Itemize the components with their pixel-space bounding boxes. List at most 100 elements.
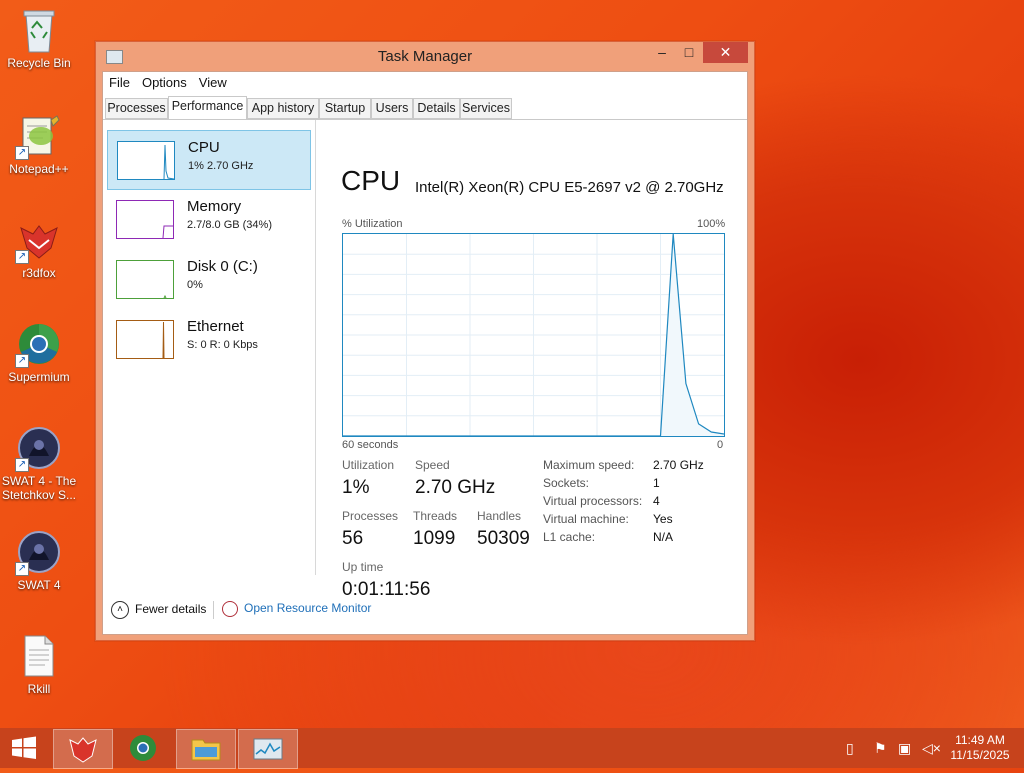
r3dfox-icon: ↗ (15, 218, 61, 264)
resource-name: Ethernet (187, 318, 244, 335)
menu-file[interactable]: File (103, 72, 136, 90)
desktop-icon-swat4[interactable]: ↗ SWAT 4 (0, 530, 78, 592)
menu-options[interactable]: Options (136, 72, 193, 90)
desktop-icon-supermium[interactable]: ↗ Supermium (0, 322, 78, 384)
supermium-icon: ↗ (15, 322, 61, 368)
spec-label: L1 cache: (543, 530, 596, 544)
resource-monitor-icon (222, 601, 238, 617)
taskbar-r3dfox[interactable] (53, 729, 113, 769)
fewer-details-button[interactable]: ˄ Fewer details (111, 601, 206, 619)
cpu-thumbnail-graph (117, 141, 175, 180)
menu-bar: File Options View (103, 72, 747, 94)
desktop-icon-label: SWAT 4 - The Stetchkov S... (1, 474, 77, 502)
processes-value: 56 (342, 528, 364, 549)
file-explorer-icon (191, 739, 221, 761)
spec-value: Yes (653, 512, 673, 526)
open-resource-monitor-label: Open Resource Monitor (244, 601, 372, 616)
tab-performance[interactable]: Performance (168, 96, 247, 120)
processes-label: Processes (342, 509, 399, 523)
spec-label: Virtual processors: (543, 494, 643, 508)
tab-processes[interactable]: Processes (105, 98, 168, 119)
resource-name: Disk 0 (C:) (187, 258, 258, 275)
resource-name: Memory (187, 198, 242, 215)
spec-label: Maximum speed: (543, 458, 635, 472)
action-center-flag-icon[interactable]: ⚑ (874, 740, 887, 757)
shortcut-arrow-icon: ↗ (15, 146, 29, 160)
shortcut-arrow-icon: ↗ (15, 562, 29, 576)
resource-detail: 0% (187, 279, 203, 291)
speed-value: 2.70 GHz (415, 477, 496, 498)
cpu-model-name: Intel(R) Xeon(R) CPU E5-2697 v2 @ 2.70GH… (415, 179, 724, 196)
show-hidden-icons-icon[interactable]: ▯ (846, 740, 854, 757)
tab-app-history[interactable]: App history (247, 98, 319, 119)
utilization-value: 1% (342, 477, 370, 498)
taskbar-file-explorer[interactable] (176, 729, 236, 769)
swat4-icon: ↗ (15, 530, 61, 576)
open-resource-monitor-link[interactable]: Open Resource Monitor (222, 601, 371, 617)
footer-divider (213, 601, 214, 619)
desktop-icon-label: SWAT 4 (17, 578, 61, 592)
desktop-icon-label: Supermium (8, 370, 70, 384)
max-percent-label: 100% (697, 218, 726, 230)
resource-memory[interactable]: Memory 2.7/8.0 GB (34%) (107, 190, 309, 248)
cpu-heading: CPU (341, 165, 401, 196)
swat4-expansion-icon: ↗ (15, 426, 61, 472)
spec-value: 2.70 GHz (653, 458, 704, 472)
title-bar[interactable]: Task Manager – □ ✕ (96, 42, 754, 72)
resource-disk[interactable]: Disk 0 (C:) 0% (107, 250, 309, 308)
shortcut-arrow-icon: ↗ (15, 250, 29, 264)
desktop-icon-label: r3dfox (22, 266, 56, 280)
resource-ethernet[interactable]: Ethernet S: 0 R: 0 Kbps (107, 310, 309, 368)
supermium-icon (130, 735, 156, 761)
time-span-label: 60 seconds (342, 439, 399, 451)
spec-value: 4 (653, 494, 660, 508)
desktop-icon-swat4-expansion[interactable]: ↗ SWAT 4 - The Stetchkov S... (0, 426, 78, 502)
desktop-icon-notepad-plus-plus[interactable]: ↗ Notepad++ (0, 114, 78, 176)
notepad-plus-plus-icon: ↗ (15, 114, 61, 160)
zero-label: 0 (717, 439, 724, 451)
text-file-icon (17, 634, 61, 678)
spec-label: Sockets: (543, 476, 590, 490)
ethernet-thumbnail-graph (116, 320, 174, 359)
desktop-icon-label: Rkill (27, 682, 51, 696)
resource-detail: 1% 2.70 GHz (188, 160, 254, 172)
tab-services[interactable]: Services (460, 98, 512, 119)
start-button[interactable] (0, 729, 48, 767)
resource-detail: S: 0 R: 0 Kbps (187, 339, 258, 351)
disk-thumbnail-graph (116, 260, 174, 299)
uptime-label: Up time (342, 560, 384, 574)
memory-thumbnail-graph (116, 200, 174, 239)
desktop-icon-label: Notepad++ (9, 162, 69, 176)
task-manager-icon (253, 738, 283, 760)
spec-value: N/A (653, 530, 674, 544)
tab-startup[interactable]: Startup (319, 98, 371, 119)
resource-name: CPU (188, 139, 220, 156)
desktop-icon-recycle-bin[interactable]: Recycle Bin (0, 8, 78, 70)
resource-list: CPU 1% 2.70 GHz Memory 2.7/8.0 GB (34%) … (103, 120, 316, 575)
menu-view[interactable]: View (193, 72, 233, 90)
cpu-utilization-graph (342, 233, 725, 437)
recycle-bin-icon (17, 8, 61, 53)
handles-label: Handles (477, 509, 522, 523)
resource-cpu[interactable]: CPU 1% 2.70 GHz (107, 130, 311, 190)
minimize-button[interactable]: – (649, 42, 675, 63)
volume-muted-icon[interactable]: ◁× (922, 740, 941, 757)
taskbar: ▯ ⚑ ▣ ◁× 11:49 AM 11/15/2025 (0, 728, 1024, 769)
desktop-icon-r3dfox[interactable]: ↗ r3dfox (0, 218, 78, 280)
clock-date: 11/15/2025 (950, 748, 1010, 762)
taskbar-supermium[interactable] (114, 729, 172, 767)
spec-label: Virtual machine: (543, 512, 629, 526)
tab-details[interactable]: Details (413, 98, 460, 119)
shortcut-arrow-icon: ↗ (15, 354, 29, 368)
tab-users[interactable]: Users (371, 98, 413, 119)
maximize-button[interactable]: □ (676, 42, 702, 63)
close-button[interactable]: ✕ (703, 42, 748, 63)
network-icon[interactable]: ▣ (898, 740, 911, 757)
utilization-axis-label: % Utilization (342, 218, 403, 230)
chevron-up-icon: ˄ (111, 601, 129, 619)
desktop-icon-rkill[interactable]: Rkill (0, 634, 78, 696)
shortcut-arrow-icon: ↗ (15, 458, 29, 472)
r3dfox-icon (69, 737, 97, 763)
taskbar-clock[interactable]: 11:49 AM 11/15/2025 (945, 733, 1015, 763)
taskbar-task-manager[interactable] (238, 729, 298, 769)
